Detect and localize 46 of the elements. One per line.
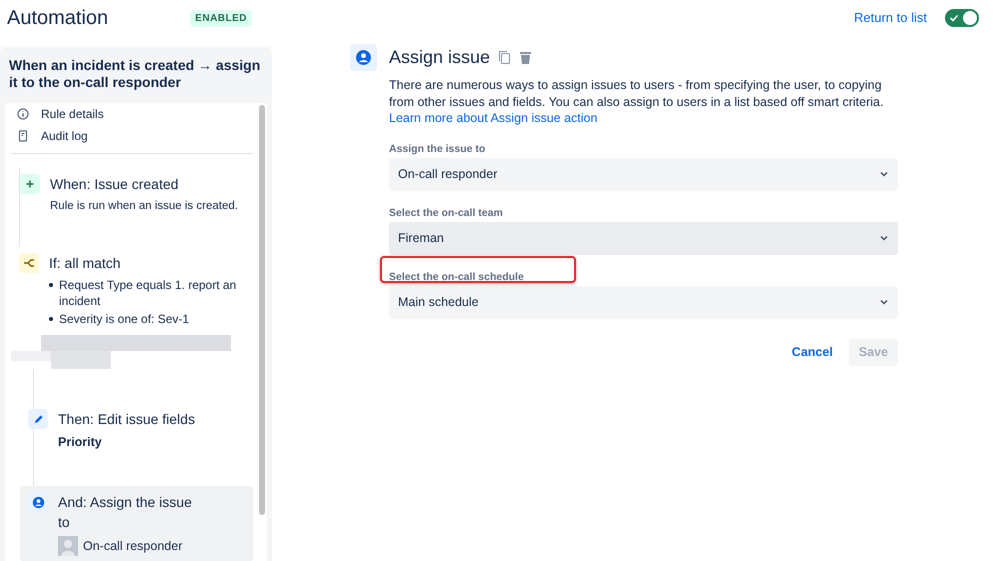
select-field[interactable]: On-call responder [389,158,898,190]
rule-step[interactable]: If: all match Request Type equals 1. report an incident Severity is one of: Sev-1 [11,247,253,334]
status-badge: ENABLED [190,10,252,26]
select-field[interactable]: Main schedule [389,286,898,318]
branch-icon [19,253,39,274]
enable-toggle[interactable] [945,9,979,27]
rule-step[interactable]: When: Issue created Rule is run when an issue is created. [12,168,253,222]
pencil-icon [28,409,48,430]
panel-title: Assign issue [389,46,490,69]
return-to-list-link[interactable]: Return to list [854,8,927,28]
select-field[interactable]: Fireman [389,222,898,254]
step-title: And: Assign the issue to [58,493,193,532]
page-title: Automation [7,6,108,31]
field-label: Select the on-call team [389,206,503,218]
copy-icon[interactable] [498,50,512,65]
sidebar-nav-item[interactable]: Rule details [11,103,253,125]
avatar-placeholder-icon [58,536,78,556]
chevron-down-icon [879,169,889,179]
step-description: Rule is run when an issue is created. [50,199,238,214]
step-title: Then: Edit issue fields [58,410,195,430]
assignee-name: On-call responder [83,538,182,555]
rule-step[interactable]: Then: Edit issue fields Priority [20,403,253,458]
step-title: If: all match [49,254,122,274]
rule-title: When an incident is created → assign it to the on-call responder [8,57,262,91]
learn-more-link[interactable]: Learn more about Assign issue action [389,111,598,125]
field-label: Assign the issue to [389,142,486,154]
field-label: Select the on-call schedule [389,270,524,282]
panel-description: There are numerous ways to assign issues to users - from specifying the user, to copying from other issues and fields. You can also assign to users in a list based off smart criteria. Learn more about Assign issue action [389,77,884,126]
user-circle-icon [355,49,372,66]
bullet-icon [49,317,53,322]
step-detail: Priority [58,434,103,452]
chevron-down-icon [879,233,889,243]
document-icon [17,130,29,142]
condition-text: Severity is one of: Sev-1 [59,311,190,328]
step-title: When: Issue created [50,175,180,194]
condition-text: Request Type equals 1. report an incident [59,277,238,310]
chevron-down-icon [879,297,889,307]
plus-icon [20,174,40,194]
user-circle-icon [32,496,44,508]
info-icon [17,108,29,120]
trash-icon[interactable] [519,50,532,65]
check-icon [949,13,959,23]
sidebar-nav-item[interactable]: Audit log [11,125,253,147]
rule-step[interactable]: And: Assign the issue to On-call responder [20,486,253,561]
cancel-button[interactable]: Cancel [782,338,843,366]
bullet-icon [49,283,53,288]
